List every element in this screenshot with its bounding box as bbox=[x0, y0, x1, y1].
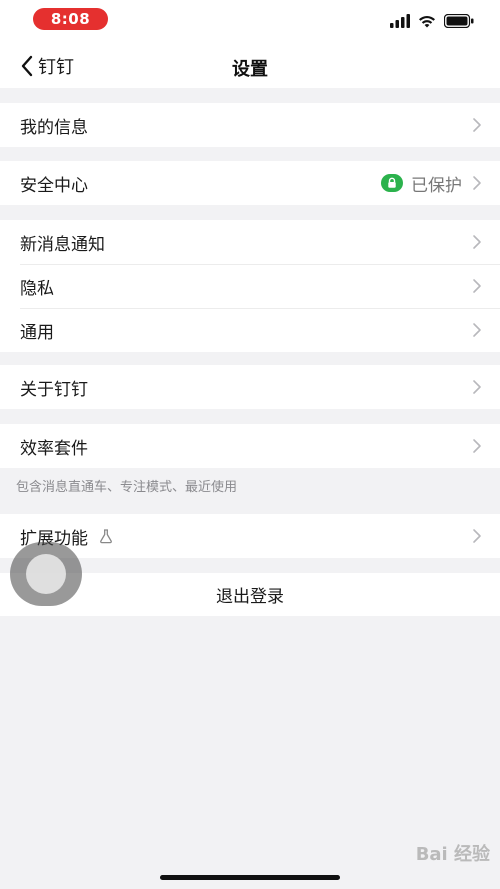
row-label: 效率套件 bbox=[20, 438, 88, 459]
efficiency-hint: 包含消息直通车、专注模式、最近使用 bbox=[16, 480, 238, 495]
row-extensions[interactable]: 扩展功能 bbox=[0, 514, 500, 558]
chevron-right-icon bbox=[473, 279, 481, 293]
row-about[interactable]: 关于钉钉 bbox=[0, 365, 500, 409]
home-indicator[interactable] bbox=[160, 875, 340, 880]
status-bar: 8:08 bbox=[0, 0, 500, 44]
lock-icon bbox=[381, 174, 403, 192]
wifi-icon bbox=[419, 16, 435, 28]
security-status-text: 已保护 bbox=[411, 175, 462, 196]
chevron-right-icon bbox=[473, 439, 481, 453]
signal-icon bbox=[390, 14, 410, 28]
row-general[interactable]: 通用 bbox=[0, 308, 500, 352]
row-label: 新消息通知 bbox=[20, 234, 105, 255]
row-label: 关于钉钉 bbox=[20, 379, 88, 400]
section-general: 新消息通知 隐私 通用 bbox=[0, 220, 500, 352]
section-efficiency: 效率套件 bbox=[0, 424, 500, 468]
status-icons bbox=[390, 12, 474, 30]
row-notifications[interactable]: 新消息通知 bbox=[0, 220, 500, 264]
page-title: 设置 bbox=[232, 59, 268, 80]
chevron-right-icon bbox=[473, 235, 481, 249]
status-time: 8:08 bbox=[33, 8, 108, 30]
section-info: 我的信息 bbox=[0, 103, 500, 147]
logout-label: 退出登录 bbox=[216, 587, 284, 607]
battery-icon bbox=[444, 14, 474, 28]
security-status: 已保护 bbox=[381, 171, 462, 196]
chevron-right-icon bbox=[473, 323, 481, 337]
row-label: 通用 bbox=[20, 322, 54, 343]
row-label: 安全中心 bbox=[20, 175, 88, 196]
row-label: 隐私 bbox=[20, 278, 54, 299]
chevron-right-icon bbox=[473, 118, 481, 132]
row-privacy[interactable]: 隐私 bbox=[0, 264, 500, 308]
row-efficiency-suite[interactable]: 效率套件 bbox=[0, 424, 500, 468]
section-extensions: 扩展功能 bbox=[0, 514, 500, 558]
watermark: Bai 经验 bbox=[415, 844, 490, 865]
nav-bar: 钉钉 设置 bbox=[0, 44, 500, 88]
chevron-right-icon bbox=[473, 176, 481, 190]
row-security-center[interactable]: 安全中心 已保护 bbox=[0, 161, 500, 205]
section-security: 安全中心 已保护 bbox=[0, 161, 500, 205]
row-label: 我的信息 bbox=[20, 117, 88, 138]
assistive-touch-inner bbox=[26, 554, 66, 594]
row-my-info[interactable]: 我的信息 bbox=[0, 103, 500, 147]
section-about: 关于钉钉 bbox=[0, 365, 500, 409]
chevron-right-icon bbox=[473, 380, 481, 394]
assistive-touch-button[interactable] bbox=[10, 542, 82, 606]
chevron-right-icon bbox=[473, 529, 481, 543]
flask-icon bbox=[100, 529, 112, 544]
